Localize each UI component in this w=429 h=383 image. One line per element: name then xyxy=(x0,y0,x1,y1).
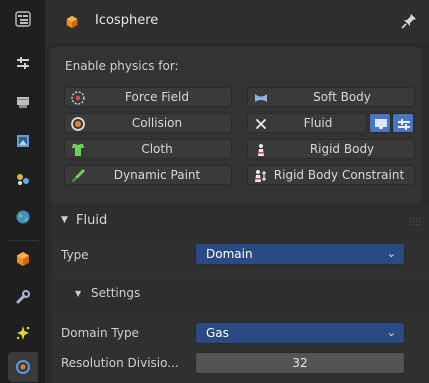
modifier-wrench-icon xyxy=(16,290,30,304)
rigid-body-button[interactable]: Rigid Body xyxy=(247,139,415,159)
render-icon xyxy=(17,97,29,108)
drag-grip-icon[interactable] xyxy=(409,217,421,225)
tab-world[interactable] xyxy=(8,202,38,232)
enable-physics-label: Enable physics for: xyxy=(65,59,179,73)
soft-body-button[interactable]: Soft Body xyxy=(247,87,415,107)
tab-output[interactable] xyxy=(8,126,38,156)
particles-icon xyxy=(16,326,30,340)
sliders-icon xyxy=(395,115,413,133)
domain-type-label: Domain Type xyxy=(61,326,139,340)
object-icon xyxy=(17,252,29,266)
object-cube-icon xyxy=(65,14,79,33)
world-icon xyxy=(16,210,30,224)
properties-editor: Icosphere Enable physics for: Force Fiel… xyxy=(0,0,429,383)
force-field-icon xyxy=(69,89,87,107)
resolution-divisions-field[interactable]: 32 xyxy=(195,352,405,374)
brush-icon xyxy=(69,167,87,185)
resolution-divisions-label: Resolution Divisio... xyxy=(61,356,179,370)
collision-icon xyxy=(69,115,87,133)
expand-triangle-icon: ▼ xyxy=(61,215,68,225)
type-label: Type xyxy=(61,248,89,262)
object-name: Icosphere xyxy=(95,13,159,28)
tab-modifiers[interactable] xyxy=(8,282,38,312)
chevron-down-icon: ⌄ xyxy=(386,247,396,260)
editor-type-icon xyxy=(15,11,31,27)
fluid-section-title: Fluid xyxy=(76,213,108,228)
expand-triangle-icon: ▼ xyxy=(75,289,82,298)
tab-physics[interactable] xyxy=(8,352,38,382)
fluid-button[interactable]: Fluid xyxy=(247,113,367,133)
physics-icon xyxy=(16,360,30,374)
tab-view-layer[interactable] xyxy=(8,164,38,194)
monitor-icon xyxy=(372,115,390,133)
chevron-down-icon: ⌄ xyxy=(386,326,396,339)
fluid-panel-header[interactable]: ▼ Fluid xyxy=(51,205,429,237)
properties-tab-bar xyxy=(0,0,45,383)
properties-header: Icosphere xyxy=(45,0,429,43)
properties-content: Enable physics for: Force Field Collisio… xyxy=(45,43,429,383)
tab-editor-type[interactable] xyxy=(8,4,38,34)
force-field-button[interactable]: Force Field xyxy=(64,87,232,107)
settings-subpanel-header[interactable]: ▼ Settings xyxy=(51,279,429,309)
rigid-body-icon xyxy=(252,141,270,159)
cloth-button[interactable]: Cloth xyxy=(64,139,232,159)
type-dropdown[interactable]: Domain ⌄ xyxy=(195,243,405,265)
tab-render[interactable] xyxy=(8,87,38,117)
fluid-display-button[interactable] xyxy=(369,113,391,133)
fluid-settings-button[interactable] xyxy=(392,113,414,133)
tab-particles[interactable] xyxy=(8,318,38,348)
collision-button[interactable]: Collision xyxy=(64,113,232,133)
dynamic-paint-button[interactable]: Dynamic Paint xyxy=(64,165,232,185)
tab-tool[interactable] xyxy=(8,48,38,78)
rigid-body-constraint-button[interactable]: Rigid Body Constraint xyxy=(247,165,415,185)
output-icon xyxy=(17,135,29,147)
pin-icon[interactable] xyxy=(401,13,417,33)
cloth-icon xyxy=(69,141,87,159)
domain-type-dropdown[interactable]: Gas ⌄ xyxy=(195,322,405,344)
tool-icon xyxy=(17,57,29,69)
soft-body-icon xyxy=(252,89,270,107)
settings-title: Settings xyxy=(91,286,141,300)
view-layer-icon xyxy=(17,174,29,185)
fluid-panel-body: Type Domain ⌄ ▼ Settings Domain Type Gas… xyxy=(51,237,429,383)
tab-object[interactable] xyxy=(8,244,38,274)
remove-x-icon xyxy=(252,115,270,133)
enable-physics-panel: Enable physics for: Force Field Collisio… xyxy=(51,47,421,204)
